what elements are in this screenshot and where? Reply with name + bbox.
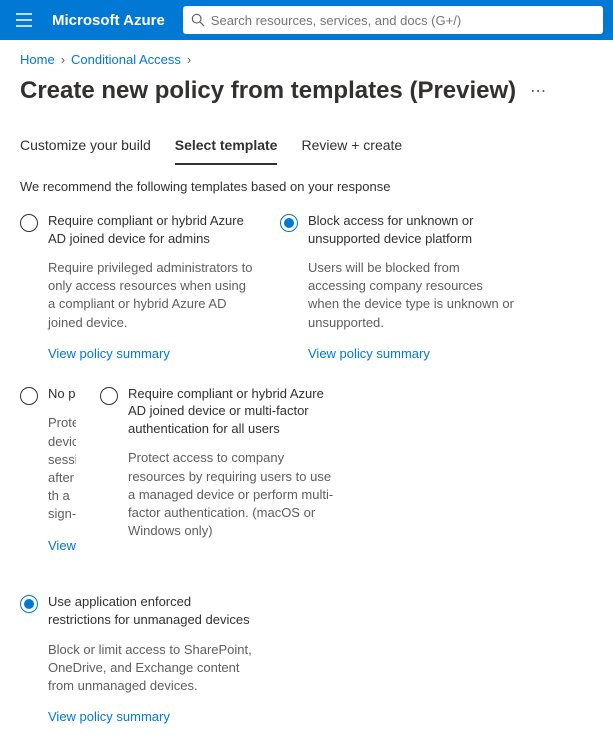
breadcrumb-home[interactable]: Home xyxy=(20,52,55,67)
breadcrumb: Home › Conditional Access › xyxy=(0,40,613,73)
view-policy-summary-link[interactable]: View policy summary xyxy=(48,709,170,724)
page-title-row: Create new policy from templates (Previe… xyxy=(0,73,613,129)
template-desc: Block or limit access to SharePoint, One… xyxy=(48,641,256,696)
search-icon xyxy=(191,13,205,27)
brand-label[interactable]: Microsoft Azure xyxy=(52,12,165,29)
template-desc: Require privileged administrators to onl… xyxy=(48,259,256,332)
search-box-wrap[interactable] xyxy=(183,6,603,34)
view-policy-summary-link[interactable]: View policy summary xyxy=(48,346,170,361)
template-card: No per Protect devices session after th … xyxy=(20,385,100,570)
recommend-text: We recommend the following templates bas… xyxy=(0,165,613,212)
more-actions-icon[interactable]: ⋯ xyxy=(530,81,548,101)
template-radio[interactable] xyxy=(100,387,118,405)
view-policy-summary-link[interactable]: View p xyxy=(48,538,76,553)
template-grid: Require compliant or hybrid Azure AD joi… xyxy=(0,212,613,748)
chevron-right-icon: › xyxy=(187,52,191,67)
template-radio[interactable] xyxy=(20,387,38,405)
template-card: Block access for unknown or unsupported … xyxy=(280,212,540,361)
template-desc: Protect devices session after th a sign- xyxy=(48,414,76,523)
page-title: Create new policy from templates (Previe… xyxy=(20,77,516,105)
template-card: Require compliant or hybrid Azure AD joi… xyxy=(20,212,280,361)
template-title: Require compliant or hybrid Azure AD joi… xyxy=(128,385,336,438)
search-input[interactable] xyxy=(211,13,595,28)
template-card: Require compliant or hybrid Azure AD joi… xyxy=(100,385,360,570)
template-radio[interactable] xyxy=(280,214,298,232)
tab-select-template[interactable]: Select template xyxy=(175,129,278,165)
template-radio[interactable] xyxy=(20,595,38,613)
tab-customize-build[interactable]: Customize your build xyxy=(20,129,151,165)
breadcrumb-conditional-access[interactable]: Conditional Access xyxy=(71,52,181,67)
template-radio[interactable] xyxy=(20,214,38,232)
chevron-right-icon: › xyxy=(61,52,65,67)
tabs: Customize your build Select template Rev… xyxy=(0,129,613,165)
template-title: Block access for unknown or unsupported … xyxy=(308,212,516,247)
template-title: Require compliant or hybrid Azure AD joi… xyxy=(48,212,256,247)
template-desc: Protect access to company resources by r… xyxy=(128,449,336,540)
template-desc: Users will be blocked from accessing com… xyxy=(308,259,516,332)
template-title: No per xyxy=(48,385,76,403)
template-card: Use application enforced restrictions fo… xyxy=(20,593,280,724)
hamburger-menu-icon[interactable] xyxy=(10,6,38,34)
top-bar: Microsoft Azure xyxy=(0,0,613,40)
view-policy-summary-link[interactable]: View policy summary xyxy=(308,346,430,361)
template-title: Use application enforced restrictions fo… xyxy=(48,593,256,628)
tab-review-create[interactable]: Review + create xyxy=(301,129,402,165)
